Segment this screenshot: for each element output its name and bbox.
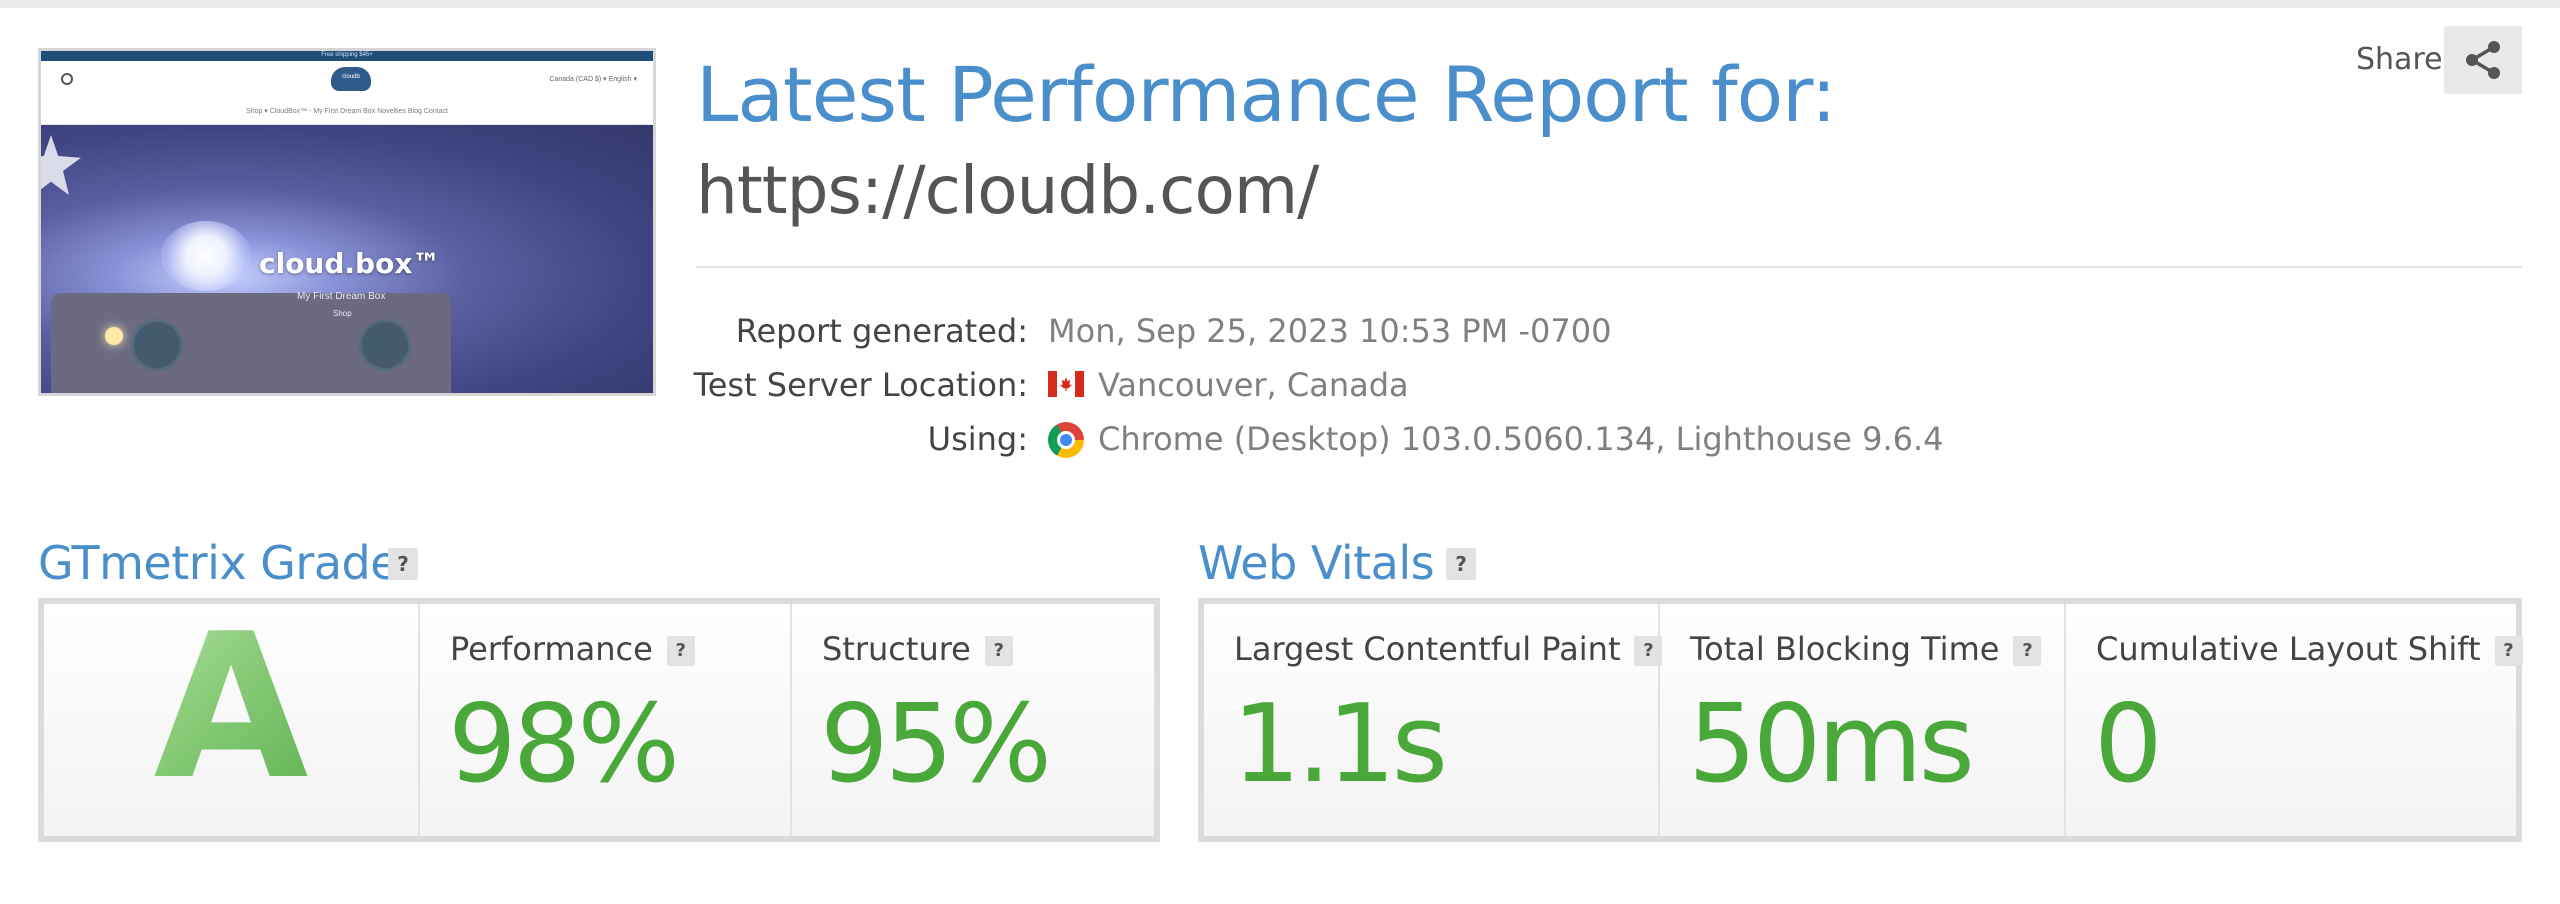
thumbnail-menu: Shop ▾ CloudBox™ - My First Dream Box No… bbox=[41, 99, 653, 125]
report-url[interactable]: https://cloudb.com/ bbox=[696, 152, 1319, 229]
lcp-help-button[interactable]: ? bbox=[1634, 636, 1663, 666]
product-light bbox=[105, 327, 123, 345]
grade-letter: A bbox=[44, 608, 418, 808]
cls-value: 0 bbox=[2094, 682, 2163, 807]
thumbnail-locale: Canada (CAD $) ▾ English ▾ bbox=[549, 76, 637, 83]
chrome-icon bbox=[1048, 422, 1084, 458]
page-title: Latest Performance Report for: bbox=[696, 50, 1837, 139]
thumbnail-hero-button: Shop bbox=[333, 309, 352, 318]
product-knob bbox=[131, 319, 183, 371]
lcp-label: Largest Contentful Paint? bbox=[1234, 630, 1663, 668]
thumbnail-hero-title: cloud.box™ bbox=[259, 247, 441, 280]
performance-cell: Performance? 98% bbox=[420, 604, 792, 836]
thumbnail-announcement-bar: Free shipping $45+ bbox=[41, 51, 653, 61]
using-label: Using: bbox=[927, 420, 1028, 458]
web-vitals-panel: Largest Contentful Paint? 1.1s Total Blo… bbox=[1198, 598, 2523, 842]
thumbnail-logo: cloudb bbox=[331, 67, 371, 91]
web-vitals-title: Web Vitals bbox=[1198, 536, 1435, 590]
report-generated-value: Mon, Sep 25, 2023 10:53 PM -0700 bbox=[1048, 312, 1612, 350]
site-thumbnail[interactable]: Free shipping $45+ cloudb Canada (CAD $)… bbox=[38, 48, 656, 396]
server-location-value: Vancouver, Canada bbox=[1098, 366, 1409, 404]
divider bbox=[696, 266, 2522, 268]
cls-help-button[interactable]: ? bbox=[2494, 636, 2523, 666]
tbt-cell: Total Blocking Time? 50ms bbox=[1660, 604, 2066, 836]
search-icon bbox=[61, 73, 73, 85]
thumbnail-hero-subtitle: My First Dream Box bbox=[297, 291, 386, 302]
canada-flag-icon bbox=[1048, 371, 1084, 397]
cls-cell: Cumulative Layout Shift? 0 bbox=[2066, 604, 2523, 836]
report-generated-label: Report generated: bbox=[735, 312, 1028, 350]
performance-help-button[interactable]: ? bbox=[666, 636, 695, 666]
structure-help-button[interactable]: ? bbox=[984, 636, 1013, 666]
share-button[interactable] bbox=[2444, 26, 2522, 94]
tbt-help-button[interactable]: ? bbox=[2013, 636, 2042, 666]
grade-help-button[interactable]: ? bbox=[388, 548, 418, 580]
tbt-label: Total Blocking Time? bbox=[1690, 630, 2042, 668]
performance-value: 98% bbox=[448, 682, 680, 807]
top-bar bbox=[0, 0, 2560, 8]
product-knob bbox=[359, 319, 411, 371]
grade-panel: A Performance? 98% Structure? 95% bbox=[38, 598, 1160, 842]
structure-label: Structure? bbox=[822, 630, 1013, 668]
lcp-value: 1.1s bbox=[1232, 682, 1448, 807]
lcp-cell: Largest Contentful Paint? 1.1s bbox=[1204, 604, 1663, 836]
cloud-glow bbox=[161, 221, 251, 291]
grade-letter-cell: A bbox=[44, 604, 420, 836]
share-label[interactable]: Share bbox=[2356, 42, 2443, 77]
using-value: Chrome (Desktop) 103.0.5060.134, Lightho… bbox=[1098, 420, 1944, 458]
structure-cell: Structure? 95% bbox=[792, 604, 1154, 836]
thumbnail-header: cloudb Canada (CAD $) ▾ English ▾ bbox=[41, 61, 653, 99]
cls-label: Cumulative Layout Shift? bbox=[2096, 630, 2523, 668]
performance-label: Performance? bbox=[450, 630, 695, 668]
structure-value: 95% bbox=[820, 682, 1052, 807]
gtmetrix-grade-title: GTmetrix Grade bbox=[38, 536, 399, 590]
vitals-help-button[interactable]: ? bbox=[1446, 548, 1476, 580]
share-icon bbox=[2466, 41, 2500, 79]
server-location-label: Test Server Location: bbox=[693, 366, 1028, 404]
tbt-value: 50ms bbox=[1688, 682, 1975, 807]
